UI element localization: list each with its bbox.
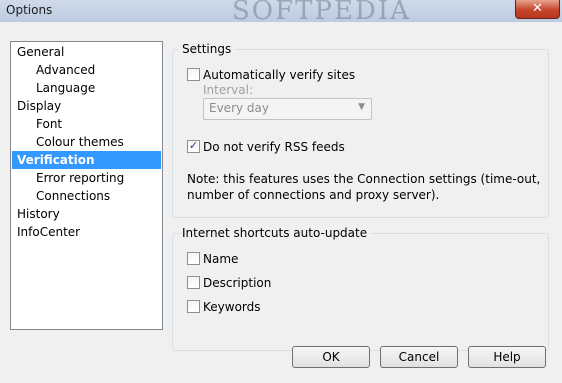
interval-select[interactable]: Every day ▼ <box>203 98 372 120</box>
tree-item-infocenter[interactable]: InfoCenter <box>17 223 80 241</box>
chevron-down-icon: ▼ <box>358 102 365 112</box>
tree-item-connections[interactable]: Connections <box>36 187 110 205</box>
options-tree[interactable]: General Advanced Language Display Font C… <box>10 41 163 330</box>
auto-verify-checkbox[interactable] <box>187 68 200 81</box>
tree-item-advanced[interactable]: Advanced <box>36 61 95 79</box>
keywords-checkbox-row[interactable]: Keywords <box>187 299 337 315</box>
keywords-label: Keywords <box>203 300 261 314</box>
description-checkbox[interactable] <box>187 276 200 289</box>
no-rss-checkbox-row[interactable]: ✓ Do not verify RSS feeds <box>187 139 437 155</box>
name-checkbox[interactable] <box>187 252 200 265</box>
description-checkbox-row[interactable]: Description <box>187 275 337 291</box>
tree-item-display[interactable]: Display <box>17 97 61 115</box>
name-label: Name <box>203 252 239 266</box>
close-button[interactable]: ✕ <box>515 0 560 19</box>
description-label: Description <box>203 276 272 290</box>
options-dialog: Options SOFTPEDIA ✕ General Advanced Lan… <box>0 0 562 383</box>
dialog-body: General Advanced Language Display Font C… <box>0 22 562 383</box>
window-title: Options <box>6 3 53 17</box>
auto-verify-checkbox-row[interactable]: Automatically verify sites <box>187 67 437 83</box>
interval-label: Interval: <box>203 83 253 97</box>
auto-verify-label: Automatically verify sites <box>203 68 356 82</box>
shortcuts-group: Internet shortcuts auto-update Name Desc… <box>172 226 549 351</box>
connection-note-line-1: Note: this features uses the Connection … <box>187 172 541 186</box>
name-checkbox-row[interactable]: Name <box>187 251 337 267</box>
tree-item-font[interactable]: Font <box>36 115 62 133</box>
no-rss-checkbox[interactable]: ✓ <box>187 139 200 153</box>
help-button[interactable]: Help <box>468 346 546 368</box>
no-rss-label: Do not verify RSS feeds <box>203 140 345 154</box>
title-bar[interactable]: Options SOFTPEDIA ✕ <box>0 0 562 26</box>
settings-group: Settings Automatically verify sites Inte… <box>172 42 549 218</box>
interval-select-value: Every day <box>209 101 269 115</box>
cancel-button[interactable]: Cancel <box>380 346 458 368</box>
connection-note-line-2: number of connections and proxy server). <box>187 188 440 202</box>
check-icon: ✓ <box>188 139 199 152</box>
tree-item-error-reporting[interactable]: Error reporting <box>36 169 124 187</box>
tree-item-general[interactable]: General <box>17 43 64 61</box>
shortcuts-group-title: Internet shortcuts auto-update <box>179 226 371 240</box>
tree-item-language[interactable]: Language <box>36 79 95 97</box>
tree-item-history[interactable]: History <box>17 205 60 223</box>
settings-group-title: Settings <box>179 42 235 56</box>
tree-item-verification[interactable]: Verification <box>12 151 161 169</box>
ok-button[interactable]: OK <box>292 346 370 368</box>
keywords-checkbox[interactable] <box>187 300 200 313</box>
close-icon: ✕ <box>532 1 543 16</box>
tree-item-colour-themes[interactable]: Colour themes <box>36 133 124 151</box>
connection-note: Note: this features uses the Connection … <box>187 171 540 203</box>
